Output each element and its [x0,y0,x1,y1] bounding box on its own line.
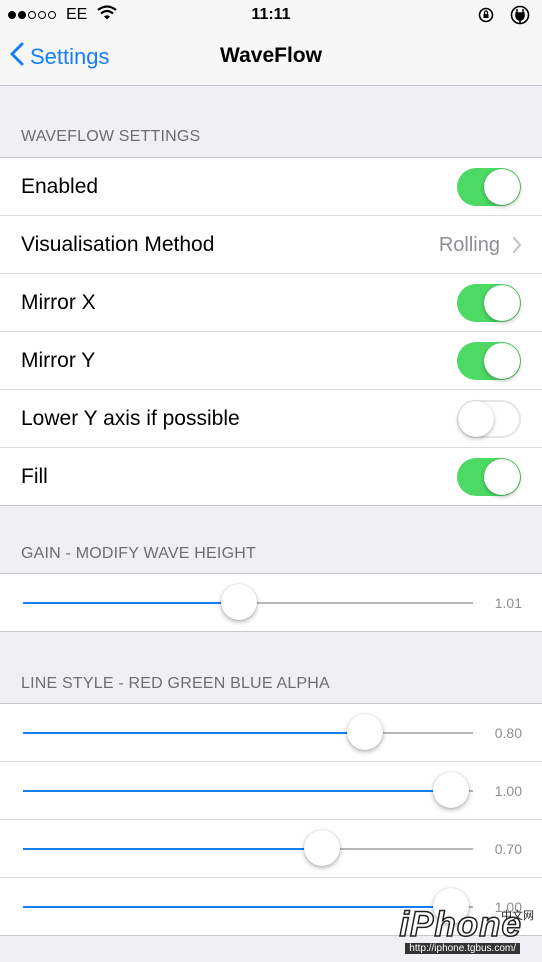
red-value: 0.80 [494,725,522,741]
chevron-right-icon [512,236,522,259]
row-label: Enabled [21,175,99,198]
slider-fill [23,732,365,734]
settings-group-line-style: 0.80 1.00 0.70 1.00 [0,703,542,936]
gain-slider[interactable] [23,584,473,620]
slider-fill [23,790,451,792]
mirror-y-toggle[interactable] [457,342,521,380]
red-slider-row: 0.80 [0,704,542,762]
slider-thumb[interactable] [221,584,257,620]
green-slider-row: 1.00 [0,762,542,820]
page-title: WaveFlow [220,44,322,67]
status-time: 11:11 [251,6,291,23]
mirror-x-toggle[interactable] [457,284,521,322]
row-label: Mirror Y [21,349,96,372]
blue-value: 0.70 [494,841,522,857]
row-label: Lower Y axis if possible [21,407,240,430]
blue-slider[interactable] [23,830,473,866]
fill-toggle[interactable] [457,458,521,496]
section-header-gain: GAIN - MODIFY WAVE HEIGHT [21,545,256,562]
toggle-knob [484,285,520,321]
row-enabled: Enabled [0,158,542,216]
row-fill: Fill [0,448,542,505]
slider-thumb[interactable] [347,714,383,750]
status-right [478,5,530,30]
navigation-bar: Settings WaveFlow [0,30,542,86]
row-mirror-x: Mirror X [0,274,542,332]
slider-fill [23,602,239,604]
green-slider[interactable] [23,772,473,808]
status-bar: EE 11:11 [0,0,542,30]
blue-slider-row: 0.70 [0,820,542,878]
lower-y-axis-toggle[interactable] [457,400,521,438]
gain-slider-row: 1.01 [0,574,542,631]
slider-thumb[interactable] [433,772,469,808]
section-header-line-style: LINE STYLE - RED GREEN BLUE ALPHA [21,675,330,692]
enabled-toggle[interactable] [457,168,521,206]
toggle-knob [458,401,494,437]
toggle-knob [484,459,520,495]
rotation-lock-icon [478,7,494,28]
toggle-knob [484,343,520,379]
row-lower-y-axis: Lower Y axis if possible [0,390,542,448]
slider-thumb[interactable] [304,830,340,866]
row-mirror-y: Mirror Y [0,332,542,390]
settings-group-gain: 1.01 [0,573,542,632]
row-label: Visualisation Method [21,233,215,256]
row-label: Mirror X [21,291,96,314]
gain-value: 1.01 [494,595,522,611]
charging-icon [510,5,530,30]
row-label: Fill [21,465,48,488]
watermark-chinese: 中文网 [501,910,534,922]
red-slider[interactable] [23,714,473,750]
visualisation-method-value: Rolling [438,234,500,256]
green-value: 1.00 [494,783,522,799]
slider-fill [23,848,322,850]
toggle-knob [484,169,520,205]
row-visualisation-method[interactable]: Visualisation Method Rolling [0,216,542,274]
watermark: iPhone 中文网 http://iphone.tgbus.com/ [384,904,534,957]
settings-group-waveflow: Enabled Visualisation Method Rolling Mir… [0,157,542,506]
watermark-url: http://iphone.tgbus.com/ [405,943,520,954]
section-header-waveflow-settings: WAVEFLOW SETTINGS [21,128,201,145]
